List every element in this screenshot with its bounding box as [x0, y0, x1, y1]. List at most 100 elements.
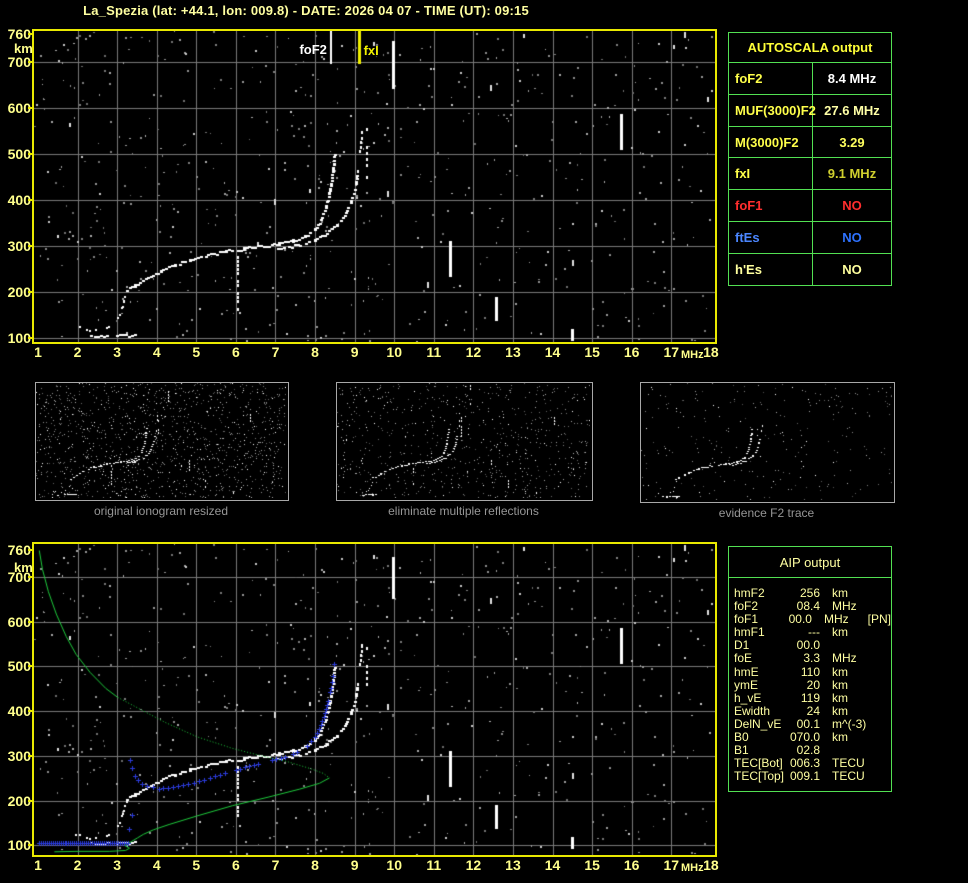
- x-tick-label: 11: [426, 857, 442, 873]
- x-tick-label: 8: [311, 857, 319, 873]
- autoscala-param-label: foF1: [729, 190, 813, 221]
- top-ionogram-plot: foF2 fxI: [32, 29, 717, 344]
- aip-param-value: 110: [800, 664, 820, 679]
- aip-param-name: h_vE: [734, 690, 762, 705]
- aip-param-unit: km: [832, 730, 848, 745]
- x-tick-label: 5: [192, 344, 201, 360]
- y-axis-unit: km: [14, 41, 33, 56]
- x-tick-label: 17: [663, 344, 680, 360]
- x-tick-label: 1: [34, 857, 42, 873]
- autoscala-param-value: NO: [842, 261, 862, 277]
- y-tick-label: 100: [7, 329, 31, 346]
- aip-param-note: [PN]: [867, 612, 892, 627]
- y-axis-tick: [28, 754, 33, 757]
- x-tick-label: 16: [623, 344, 640, 360]
- station-title: La_Spezia (lat: +44.1, lon: 009.8) - DAT…: [83, 3, 529, 18]
- y-tick-label: 600: [7, 99, 31, 116]
- aip-param-name: ymE: [734, 677, 758, 692]
- y-tick-label: 600: [7, 613, 31, 630]
- y-tick-label: 200: [7, 792, 31, 809]
- y-tick-label: 400: [7, 191, 31, 208]
- x-tick-label: 6: [231, 344, 240, 360]
- y-tick-label: 760: [7, 26, 31, 42]
- thumbnail-caption-original: original ionogram resized: [93, 504, 229, 518]
- y-axis-tick: [28, 198, 33, 201]
- y-axis-tick: [28, 575, 33, 578]
- autoscala-param-label: fxI: [729, 158, 813, 190]
- x-tick-label: 14: [544, 344, 561, 360]
- x-tick-label: 10: [386, 857, 402, 873]
- bottom-ionogram-canvas: [34, 544, 715, 855]
- autoscala-row: h'Es NO: [729, 252, 891, 285]
- aip-param-unit: km: [832, 690, 848, 705]
- y-axis-tick: [28, 549, 33, 551]
- y-axis-tick: [28, 33, 33, 35]
- x-tick-label: 10: [386, 344, 402, 360]
- x-tick-label: 13: [505, 857, 521, 873]
- aip-param-value: 24: [806, 703, 820, 718]
- x-axis-unit: MHz: [681, 862, 704, 874]
- autoscala-table-header: AUTOSCALA output: [747, 40, 873, 55]
- y-tick-label: 300: [7, 747, 31, 764]
- x-tick-label: 17: [663, 857, 680, 873]
- bottom-ionogram-plot: [32, 542, 717, 857]
- x-tick-label: 11: [426, 344, 442, 360]
- autoscala-param-value: 9.1 MHz: [827, 166, 877, 182]
- x-tick-label: 12: [465, 857, 482, 873]
- y-axis-tick: [28, 244, 33, 247]
- autoscala-param-value: 8.4 MHz: [827, 71, 877, 86]
- fxI-marker-label: fxI: [363, 43, 379, 58]
- x-axis-unit: MHz: [681, 349, 704, 361]
- aip-param-value: 3.3: [803, 651, 820, 666]
- y-axis-tick: [28, 799, 33, 802]
- y-axis-tick: [28, 665, 33, 668]
- aip-table-header: AIP output: [729, 547, 891, 578]
- aip-param-value: 119: [800, 690, 820, 705]
- aip-row: Ewidth 24 km: [734, 703, 891, 718]
- y-axis-tick: [28, 152, 33, 155]
- x-tick-label: 9: [350, 857, 359, 873]
- thumbnail-original-ionogram: [35, 382, 289, 501]
- x-tick-label: 15: [584, 344, 600, 360]
- x-tick-label: 14: [544, 857, 561, 873]
- x-tick-label: 12: [465, 344, 482, 360]
- x-tick-label: 5: [192, 857, 201, 873]
- x-tick-label: 4: [152, 344, 161, 360]
- x-tick-label: 13: [505, 344, 521, 360]
- autoscala-row: MUF(3000)F2 27.6 MHz: [729, 93, 891, 126]
- autoscala-row: foF1 NO: [729, 189, 891, 221]
- autoscala-row: ftEs NO: [729, 220, 891, 253]
- aip-table: AIP output hmF2 256 km foF2 08.4 MHz foF1 00.0 M…: [728, 546, 892, 793]
- x-tick-label: 9: [350, 344, 359, 360]
- y-tick-label: 500: [7, 145, 31, 162]
- aip-param-unit: TECU: [832, 769, 865, 784]
- autoscala-param-label: foF2: [729, 63, 813, 94]
- x-tick-label: 15: [584, 857, 600, 873]
- y-tick-label: 760: [7, 542, 31, 558]
- x-tick-label: 7: [271, 344, 280, 360]
- y-axis-unit: km: [14, 560, 33, 575]
- x-tick-label: 2: [73, 344, 82, 360]
- y-axis-tick: [28, 710, 33, 713]
- aip-param-unit: km: [832, 625, 848, 640]
- y-tick-label: 300: [7, 237, 31, 254]
- autoscala-param-label: MUF(3000)F2: [729, 94, 816, 126]
- thumbnail-original-canvas: [36, 383, 286, 498]
- aip-param-name: foE: [734, 651, 753, 666]
- autoscala-row: fxI 9.1 MHz: [729, 157, 891, 190]
- aip-param-unit: MHz: [832, 651, 857, 666]
- x-tick-label: 1: [34, 344, 42, 360]
- autoscala-param-label: ftEs: [729, 221, 813, 253]
- aip-param-unit: km: [832, 664, 848, 679]
- y-tick-label: 500: [7, 658, 31, 675]
- aip-param-unit: km: [832, 703, 848, 718]
- y-axis-tick: [28, 60, 33, 63]
- y-axis-tick: [28, 106, 33, 109]
- x-tick-label: 3: [113, 344, 122, 360]
- x-tick-label: 7: [271, 857, 280, 873]
- autoscala-param-value: NO: [842, 198, 862, 214]
- autoscala-table-body: foF2 8.4 MHz MUF(3000)F2 27.6 MHz M(3000)F2 3…: [729, 62, 891, 285]
- aip-param-unit: km: [832, 677, 848, 692]
- x-tick-label: 8: [311, 344, 319, 360]
- y-axis-tick: [28, 290, 33, 293]
